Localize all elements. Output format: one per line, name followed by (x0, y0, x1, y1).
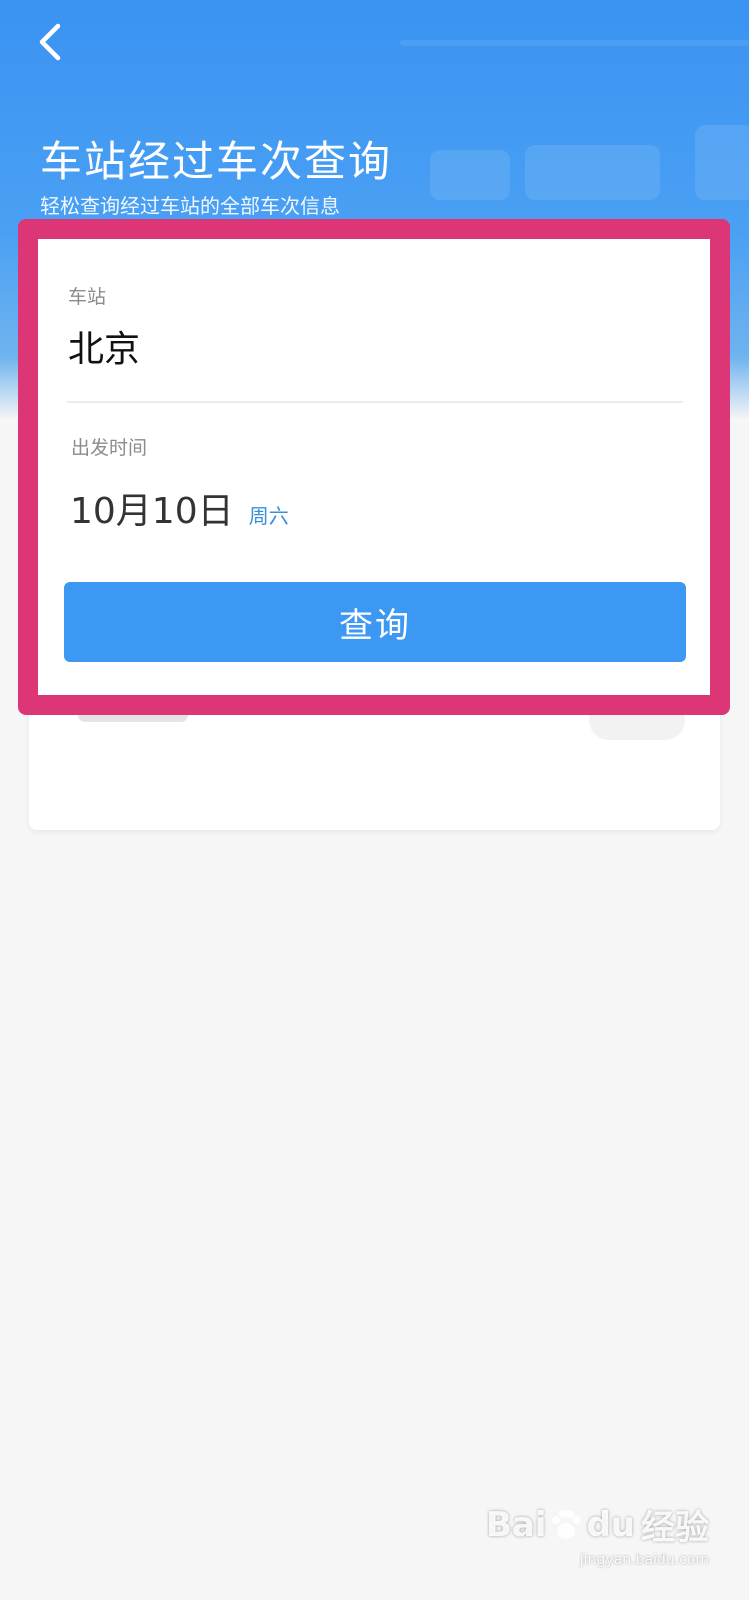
watermark-url: jingyan.baidu.com (579, 1552, 709, 1568)
baidu-watermark: Bai du 经验 (486, 1500, 709, 1549)
banner-decoration (400, 40, 749, 46)
watermark-brand-cn: 经验 (641, 1508, 709, 1548)
history-placeholder (78, 708, 188, 722)
banner-decoration (525, 145, 660, 200)
watermark-brand: Bai (485, 1504, 547, 1545)
banner-decoration (430, 150, 510, 200)
history-row-obscured (70, 700, 685, 740)
date-picker[interactable]: 10月10日 周六 (70, 482, 289, 534)
back-button[interactable] (30, 10, 90, 70)
divider (67, 401, 683, 403)
date-label: 出发时间 (71, 437, 148, 459)
chevron-left-icon (39, 23, 61, 61)
clear-history-pill (589, 700, 685, 740)
paw-icon (552, 1509, 582, 1539)
weekday-label: 周六 (248, 504, 289, 528)
station-field[interactable]: 北京 (68, 320, 140, 372)
date-value: 10月10日 (70, 491, 234, 532)
query-button[interactable]: 查询 (64, 582, 686, 662)
page-subtitle: 轻松查询经过车站的全部车次信息 (40, 194, 340, 218)
banner-decoration (695, 125, 749, 200)
page-title: 车站经过车次查询 (40, 137, 393, 186)
station-label: 车站 (68, 286, 107, 308)
watermark-brand-tail: du (586, 1504, 635, 1545)
